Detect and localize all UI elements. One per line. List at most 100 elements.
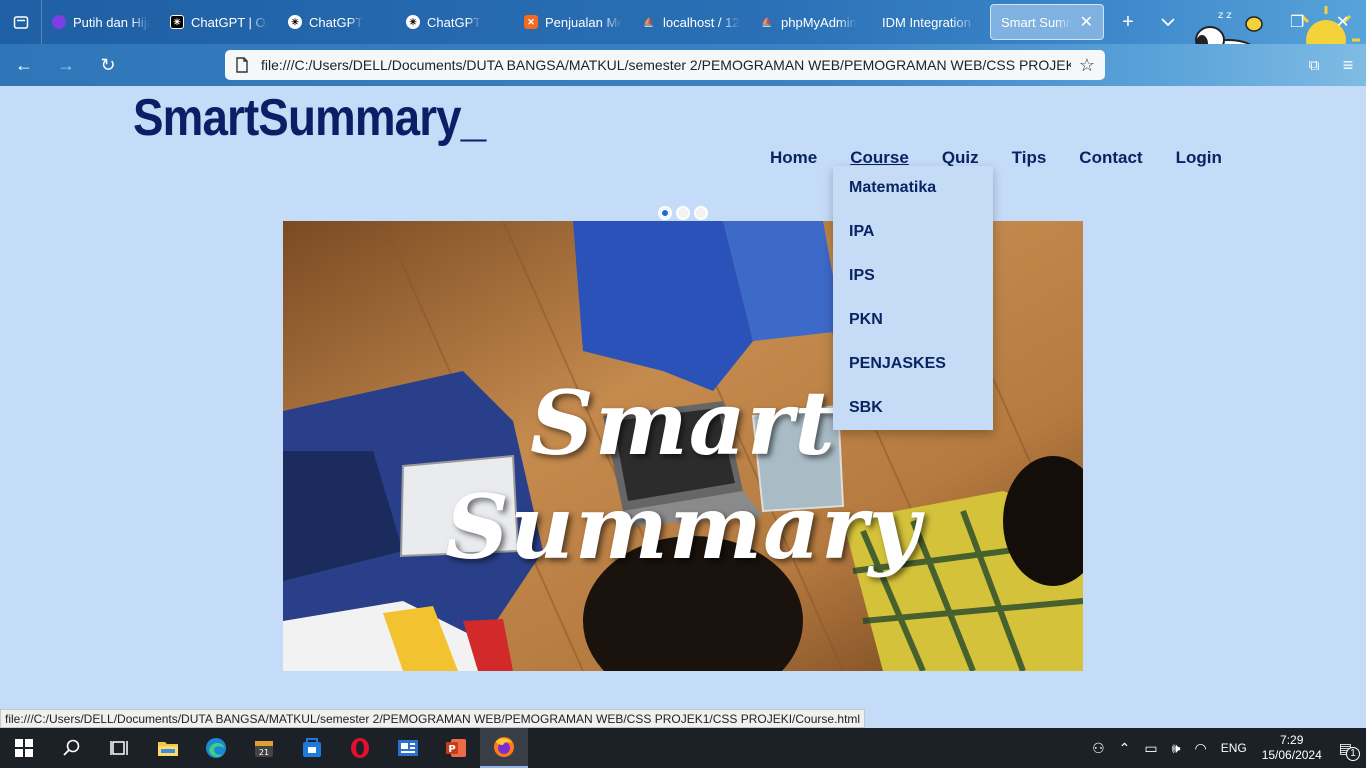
xampp-favicon-icon: ✕ (524, 15, 538, 29)
calendar-app-button[interactable]: 21 (240, 728, 288, 768)
tab-localhost[interactable]: ⛵ localhost / 127 (632, 0, 750, 44)
extensions-button[interactable]: ⧉ (1296, 47, 1332, 83)
dropdown-item-penjaskes[interactable]: PENJASKES (833, 342, 993, 386)
bookmark-star-icon[interactable]: ☆ (1079, 55, 1095, 76)
store-icon (303, 738, 321, 757)
address-bar[interactable]: file:///C:/Users/DELL/Documents/DUTA BAN… (225, 50, 1105, 80)
new-tab-button[interactable]: + (1108, 0, 1148, 44)
menu-item-tips[interactable]: Tips (1012, 148, 1047, 168)
firefox-button[interactable] (480, 728, 528, 768)
start-button[interactable] (0, 728, 48, 768)
dropdown-item-matematika[interactable]: Matematika (833, 166, 993, 210)
opera-button[interactable] (336, 728, 384, 768)
news-icon (398, 740, 418, 756)
tab-chatgpt-1[interactable]: ✳ ChatGPT (278, 0, 396, 44)
tab-list-button[interactable] (0, 0, 42, 44)
volume-icon[interactable]: 🕪 (1172, 740, 1181, 757)
restore-window-button[interactable]: ❐ (1290, 12, 1304, 32)
dropdown-item-pkn[interactable]: PKN (833, 298, 993, 342)
powerpoint-icon: P (446, 739, 466, 757)
back-button[interactable]: ← (6, 47, 42, 83)
main-menu: Home Course Quiz Tips Contact Login (770, 148, 1255, 168)
search-icon (63, 739, 80, 756)
close-window-button[interactable]: ✕ (1336, 12, 1349, 32)
url-text[interactable]: file:///C:/Users/DELL/Documents/DUTA BAN… (261, 57, 1071, 73)
arrow-right-icon: → (57, 54, 75, 75)
tab-chatgpt-2[interactable]: ✳ ChatGPT (396, 0, 514, 44)
tab-title: ChatGPT (309, 14, 364, 30)
tab-title: ChatGPT | OpenAI (191, 14, 268, 30)
forward-button[interactable]: → (48, 47, 84, 83)
menu-item-home[interactable]: Home (770, 148, 817, 168)
dropdown-item-ips[interactable]: IPS (833, 254, 993, 298)
tab-title: phpMyAdmin (781, 14, 857, 30)
tab-title: Smart Summary (1001, 14, 1073, 30)
app-menu-button[interactable]: ≡ (1330, 47, 1366, 83)
tab-title: Putih dan Hijau (73, 14, 150, 30)
reload-icon: ↻ (100, 54, 116, 75)
menu-item-quiz[interactable]: Quiz (942, 148, 979, 168)
opera-icon (351, 738, 369, 758)
firefox-icon (494, 737, 514, 757)
chevron-up-icon[interactable]: ⌃ (1119, 740, 1131, 757)
wifi-icon[interactable]: ◠ (1194, 740, 1206, 757)
svg-text:P: P (448, 744, 455, 755)
slider-dot-1[interactable] (658, 206, 672, 220)
clock[interactable]: 7:29 15/06/2024 (1262, 733, 1322, 763)
dropdown-item-ipa[interactable]: IPA (833, 210, 993, 254)
task-view-icon (110, 741, 128, 755)
clock-date: 15/06/2024 (1261, 748, 1322, 762)
slider-dot-3[interactable] (694, 206, 708, 220)
puzzle-icon: ⧉ (1308, 56, 1320, 74)
search-button[interactable] (48, 728, 96, 768)
slider-dot-2[interactable] (676, 206, 690, 220)
notification-count-badge: 1 (1346, 746, 1360, 761)
battery-icon[interactable]: ▭ (1144, 740, 1157, 757)
tab-title: Penjualan Mesin (545, 14, 622, 30)
tab-title: IDM Integration Module (882, 14, 976, 30)
powerpoint-button[interactable]: P (432, 728, 480, 768)
notification-center-icon[interactable]: ▤ 1 (1339, 740, 1360, 761)
browser-tab-strip: Putih dan Hijau ✳ ChatGPT | OpenAI ✳ Cha… (0, 0, 1366, 44)
tab-smart-summary[interactable]: Smart Summary ✕ (990, 4, 1104, 40)
tab-title: ChatGPT (427, 14, 482, 30)
language-indicator[interactable]: ENG (1221, 741, 1247, 755)
tab-penjualan[interactable]: ✕ Penjualan Mesin (514, 0, 632, 44)
calendar-app-icon: 21 (255, 741, 273, 757)
menu-item-course[interactable]: Course (850, 148, 909, 168)
svg-text:21: 21 (259, 748, 269, 757)
people-icon[interactable]: ⚇ (1092, 740, 1105, 757)
phpmyadmin-favicon-icon: ⛵ (643, 16, 655, 27)
tab-list-icon (13, 16, 28, 29)
windows-taskbar: 21 P ⚇ ⌃ ▭ 🕪 ◠ ENG 7:29 15/06/2024 ▤ 1 (0, 728, 1366, 768)
windows-logo-icon (15, 739, 33, 757)
tab-putih-hijau[interactable]: Putih dan Hijau (42, 0, 160, 44)
menu-item-login[interactable]: Login (1176, 148, 1222, 168)
edge-button[interactable] (192, 728, 240, 768)
close-tab-icon[interactable]: ✕ (1080, 12, 1093, 32)
task-view-button[interactable] (96, 728, 144, 768)
menu-item-contact[interactable]: Contact (1079, 148, 1142, 168)
dropdown-item-sbk[interactable]: SBK (833, 386, 993, 430)
svg-text:z z: z z (1218, 10, 1232, 21)
plus-icon: + (1122, 10, 1134, 33)
system-tray: ⚇ ⌃ ▭ 🕪 ◠ ENG 7:29 15/06/2024 ▤ 1 (1085, 728, 1366, 768)
folder-icon (158, 742, 178, 756)
news-app-button[interactable] (384, 728, 432, 768)
list-all-tabs-button[interactable] (1148, 0, 1188, 44)
tab-chatgpt-openai[interactable]: ✳ ChatGPT | OpenAI (160, 0, 278, 44)
edge-icon (206, 738, 226, 758)
tab-idm[interactable]: IDM Integration Module (868, 0, 986, 44)
slider-dots (658, 206, 708, 220)
file-explorer-button[interactable] (144, 728, 192, 768)
site-logo[interactable]: SmartSummary_ (133, 88, 486, 148)
store-button[interactable] (288, 728, 336, 768)
phpmyadmin-favicon-icon: ⛵ (761, 16, 773, 27)
tab-phpmyadmin[interactable]: ⛵ phpMyAdmin (750, 0, 868, 44)
chevron-down-icon (1161, 18, 1175, 27)
reload-button[interactable]: ↻ (90, 47, 126, 83)
file-icon (236, 57, 248, 73)
hamburger-menu-icon: ≡ (1342, 54, 1354, 75)
course-dropdown-menu: Matematika IPA IPS PKN PENJASKES SBK (833, 166, 993, 430)
openai-favicon-icon: ✳ (288, 15, 302, 29)
